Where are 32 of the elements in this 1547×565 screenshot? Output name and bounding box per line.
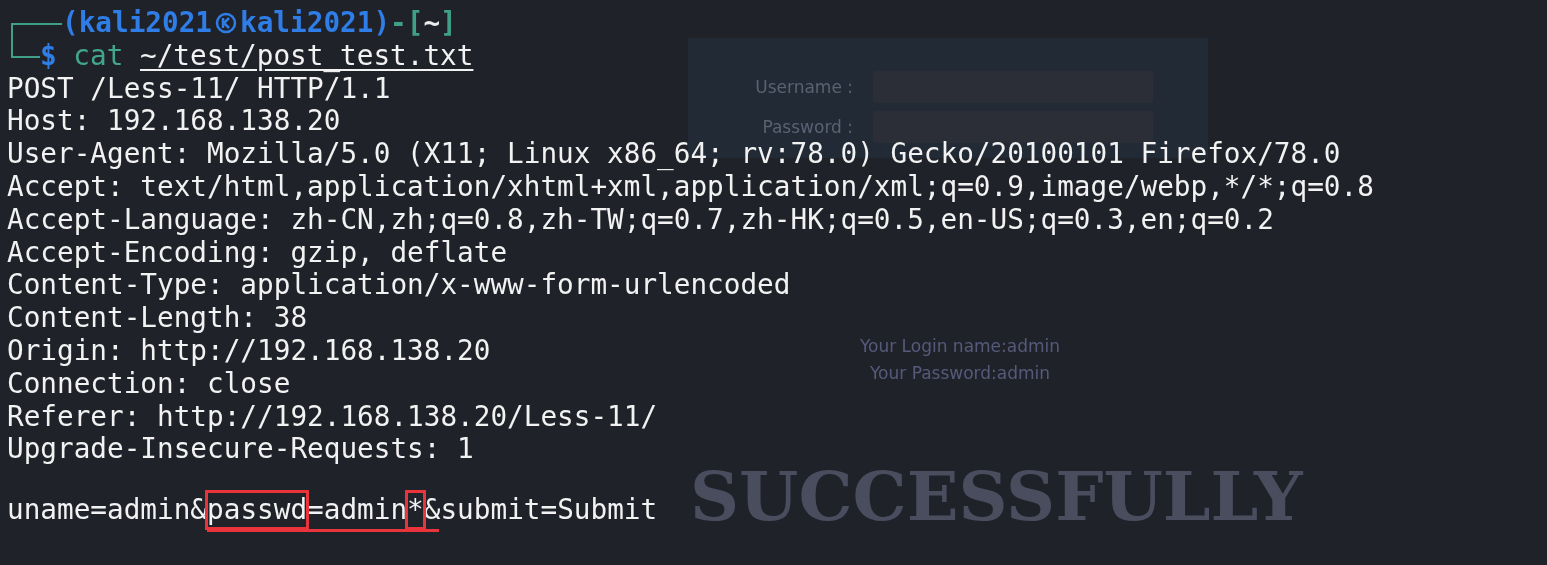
password-label: Password :: [761, 116, 854, 139]
output-line: Connection: close: [7, 367, 291, 401]
prompt-user-text: (kali2021: [62, 7, 213, 40]
username-label: Username :: [754, 76, 854, 99]
circled-k-icon: [215, 12, 238, 35]
body-text: =admin: [307, 491, 408, 528]
prompt-frame-text: -[: [390, 7, 424, 40]
command-argument: ~/test/post_test.txt: [140, 39, 474, 73]
output-line: Accept-Language: zh-CN,zh;q=0.8,zh-TW;q=0.7,zh-HK;q=0.5,en-US;q=0.3,en;q=0.2: [7, 203, 1274, 237]
body-text: uname=admin&: [7, 491, 208, 528]
prompt-symbol: $: [40, 39, 57, 73]
login-name-text: Your Login name:admin: [859, 335, 1061, 358]
output-line: User-Agent: Mozilla/5.0 (X11; Linux x86_64; rv:78.0) Gecko/20100101 Firefox/78.0: [7, 138, 1341, 171]
output-line: POST /Less-11/ HTTP/1.1: [7, 72, 391, 106]
prompt-path-text: ~: [423, 7, 441, 40]
password-text: Your Password:admin: [869, 362, 1051, 385]
bracket-top-drawing: [11, 22, 62, 40]
output-line: Origin: http://192.168.138.20: [7, 334, 491, 368]
bracket-bottom-drawing: [11, 39, 40, 58]
output-line: Referer: http://192.168.138.20/Less-11/: [7, 400, 658, 434]
output-line: Content-Length: 38: [7, 302, 308, 335]
output-line: Host: 192.168.138.20: [7, 105, 341, 139]
output-line: Accept-Encoding: gzip, deflate: [7, 236, 508, 270]
output-line: Upgrade-Insecure-Requests: 1: [7, 433, 474, 467]
prompt-user-text: kali2021): [240, 7, 391, 40]
prompt-frame-text: ]: [440, 7, 457, 40]
highlighted-text: *: [407, 491, 424, 528]
output-line: Accept: text/html,application/xhtml+xml,application/xml;q=0.9,image/webp,*/*;q=0.8: [7, 171, 1374, 204]
highlighted-text: passwd: [207, 491, 308, 528]
body-text: &submit=Submit: [423, 491, 658, 528]
command-name: cat: [73, 39, 124, 73]
output-line: Content-Type: application/x-www-form-urlencoded: [7, 269, 791, 303]
